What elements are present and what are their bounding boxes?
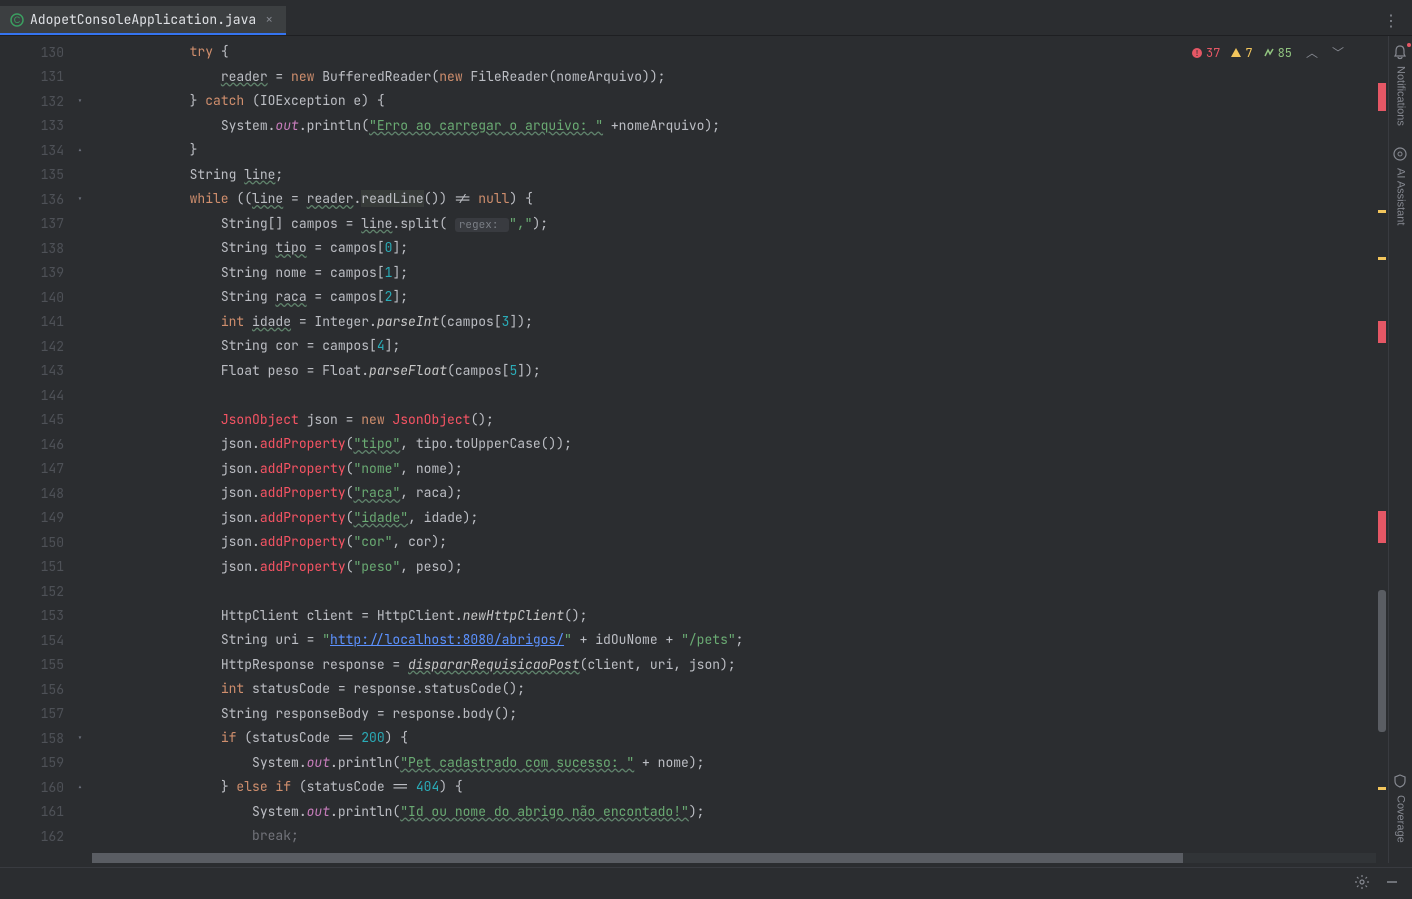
gutter-line[interactable]: 139 bbox=[0, 261, 92, 286]
gutter-line[interactable]: 159 bbox=[0, 751, 92, 776]
tab-bar: C AdopetConsoleApplication.java ✕ ⋮ bbox=[0, 6, 1412, 36]
gutter-line[interactable]: 154 bbox=[0, 628, 92, 653]
notifications-button[interactable]: Notifications bbox=[1392, 44, 1410, 126]
notification-dot-icon bbox=[1407, 43, 1411, 47]
fold-collapse-icon[interactable]: ▴ bbox=[74, 144, 86, 156]
code-line[interactable]: json.addProperty("nome", nome); bbox=[92, 457, 1412, 482]
code-line[interactable]: json.addProperty("cor", cor); bbox=[92, 530, 1412, 555]
gutter-line[interactable]: 161 bbox=[0, 800, 92, 825]
gutter-line[interactable]: 145 bbox=[0, 408, 92, 433]
code-line[interactable]: int statusCode = response.statusCode(); bbox=[92, 677, 1412, 702]
code-line[interactable]: String tipo = campos[0]; bbox=[92, 236, 1412, 261]
code-line[interactable]: Float peso = Float.parseFloat(campos[5])… bbox=[92, 359, 1412, 384]
right-toolbar: Notifications AI Assistant Coverage bbox=[1388, 36, 1412, 863]
gutter-line[interactable]: 144 bbox=[0, 383, 92, 408]
code-line[interactable] bbox=[92, 579, 1412, 604]
class-icon: C bbox=[10, 13, 24, 27]
code-line[interactable]: while ((line = reader.readLine()) != nul… bbox=[92, 187, 1412, 212]
tab-file[interactable]: C AdopetConsoleApplication.java ✕ bbox=[0, 6, 286, 35]
code-area[interactable]: try { reader = new BufferedReader(new Fi… bbox=[92, 36, 1412, 863]
gutter-line[interactable]: 156 bbox=[0, 677, 92, 702]
coverage-button[interactable]: Coverage bbox=[1392, 773, 1410, 843]
gutter-line[interactable]: 137 bbox=[0, 212, 92, 237]
error-stripe[interactable] bbox=[1376, 36, 1388, 827]
code-line[interactable] bbox=[92, 383, 1412, 408]
svg-text:C: C bbox=[14, 15, 21, 25]
tab-label: AdopetConsoleApplication.java bbox=[30, 11, 256, 28]
scrollbar-thumb[interactable] bbox=[92, 853, 1183, 863]
gutter-line[interactable]: 132▾ bbox=[0, 89, 92, 114]
code-line[interactable]: HttpResponse response = dispararRequisic… bbox=[92, 653, 1412, 678]
code-line[interactable]: String[] campos = line.split( regex: ","… bbox=[92, 212, 1412, 237]
fold-collapse-icon[interactable]: ▴ bbox=[74, 781, 86, 793]
gutter-line[interactable]: 148 bbox=[0, 481, 92, 506]
code-line[interactable]: JsonObject json = new JsonObject(); bbox=[92, 408, 1412, 433]
minimize-icon[interactable] bbox=[1384, 874, 1400, 894]
gutter-line[interactable]: 151 bbox=[0, 555, 92, 580]
code-line[interactable]: String responseBody = response.body(); bbox=[92, 702, 1412, 727]
fold-expand-icon[interactable]: ▾ bbox=[74, 732, 86, 744]
gutter-line[interactable]: 150 bbox=[0, 530, 92, 555]
code-line[interactable]: break; bbox=[92, 824, 1412, 849]
code-line[interactable]: System.out.println("Id ou nome do abrigo… bbox=[92, 800, 1412, 825]
code-line[interactable]: json.addProperty("raca", raca); bbox=[92, 481, 1412, 506]
gutter-line[interactable]: 142 bbox=[0, 334, 92, 359]
gutter-line[interactable]: 143 bbox=[0, 359, 92, 384]
code-line[interactable]: json.addProperty("peso", peso); bbox=[92, 555, 1412, 580]
gutter-line[interactable]: 147 bbox=[0, 457, 92, 482]
code-line[interactable]: String uri = "http://localhost:8080/abri… bbox=[92, 628, 1412, 653]
code-line[interactable]: if (statusCode == 200) { bbox=[92, 726, 1412, 751]
gutter-line[interactable]: 140 bbox=[0, 285, 92, 310]
gutter-line[interactable]: 146 bbox=[0, 432, 92, 457]
fold-expand-icon[interactable]: ▾ bbox=[74, 193, 86, 205]
code-line[interactable]: String line; bbox=[92, 163, 1412, 188]
code-line[interactable]: reader = new BufferedReader(new FileRead… bbox=[92, 65, 1412, 90]
warning-marker[interactable] bbox=[1378, 210, 1386, 213]
gutter-line[interactable]: 135 bbox=[0, 163, 92, 188]
code-line[interactable]: System.out.println("Pet cadastrado com s… bbox=[92, 751, 1412, 776]
error-marker[interactable] bbox=[1378, 511, 1386, 543]
editor[interactable]: 130131132▾133134▴135136▾1371381391401411… bbox=[0, 36, 1412, 863]
gutter-line[interactable]: 138 bbox=[0, 236, 92, 261]
code-line[interactable]: HttpClient client = HttpClient.newHttpCl… bbox=[92, 604, 1412, 629]
code-line[interactable]: json.addProperty("idade", idade); bbox=[92, 506, 1412, 531]
gutter-line[interactable]: 149 bbox=[0, 506, 92, 531]
code-line[interactable]: try { bbox=[92, 40, 1412, 65]
gutter-line[interactable]: 134▴ bbox=[0, 138, 92, 163]
code-line[interactable]: } bbox=[92, 138, 1412, 163]
gutter-line[interactable]: 160▴ bbox=[0, 775, 92, 800]
code-line[interactable]: System.out.println("Erro ao carregar o a… bbox=[92, 114, 1412, 139]
error-marker[interactable] bbox=[1378, 83, 1386, 111]
gutter-line[interactable]: 162 bbox=[0, 824, 92, 849]
gutter-line[interactable]: 131 bbox=[0, 65, 92, 90]
gutter-line[interactable]: 136▾ bbox=[0, 187, 92, 212]
vertical-scrollbar-thumb[interactable] bbox=[1378, 590, 1386, 732]
error-marker[interactable] bbox=[1378, 321, 1386, 343]
code-line[interactable]: int idade = Integer.parseInt(campos[3]); bbox=[92, 310, 1412, 335]
gutter-line[interactable]: 155 bbox=[0, 653, 92, 678]
gutter-line[interactable]: 133 bbox=[0, 114, 92, 139]
code-line[interactable]: json.addProperty("tipo", tipo.toUpperCas… bbox=[92, 432, 1412, 457]
code-line[interactable]: } else if (statusCode == 404) { bbox=[92, 775, 1412, 800]
code-line[interactable]: String nome = campos[1]; bbox=[92, 261, 1412, 286]
status-bar bbox=[0, 867, 1412, 899]
horizontal-scrollbar[interactable] bbox=[92, 853, 1376, 863]
settings-icon[interactable] bbox=[1354, 874, 1370, 894]
gutter[interactable]: 130131132▾133134▴135136▾1371381391401411… bbox=[0, 36, 92, 863]
fold-expand-icon[interactable]: ▾ bbox=[74, 95, 86, 107]
gutter-line[interactable]: 157 bbox=[0, 702, 92, 727]
ai-assistant-button[interactable]: AI Assistant bbox=[1392, 146, 1410, 225]
gutter-line[interactable]: 130 bbox=[0, 40, 92, 65]
gutter-line[interactable]: 158▾ bbox=[0, 726, 92, 751]
code-line[interactable]: String cor = campos[4]; bbox=[92, 334, 1412, 359]
gutter-line[interactable]: 152 bbox=[0, 579, 92, 604]
warning-marker[interactable] bbox=[1378, 257, 1386, 260]
gutter-line[interactable]: 153 bbox=[0, 604, 92, 629]
code-line[interactable]: String raca = campos[2]; bbox=[92, 285, 1412, 310]
code-line[interactable]: } catch (IOException e) { bbox=[92, 89, 1412, 114]
warning-marker[interactable] bbox=[1378, 787, 1386, 790]
more-tabs-button[interactable]: ⋮ bbox=[1371, 10, 1412, 31]
gutter-line[interactable]: 141 bbox=[0, 310, 92, 335]
close-icon[interactable]: ✕ bbox=[262, 13, 276, 27]
